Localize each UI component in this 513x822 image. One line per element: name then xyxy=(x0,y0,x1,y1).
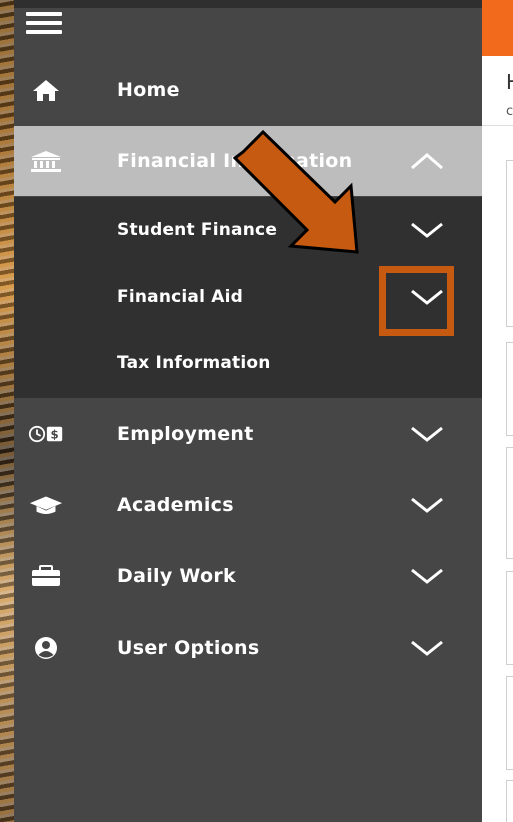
chevron-up-icon[interactable] xyxy=(409,151,445,171)
sidebar-item-label: Academics xyxy=(117,494,234,516)
annotation-highlight-box xyxy=(379,266,454,336)
submenu-item-label: Financial Aid xyxy=(117,287,243,307)
content-card xyxy=(506,160,513,327)
graduation-cap-icon xyxy=(28,492,64,518)
sidebar-item-user-options[interactable]: User Options xyxy=(14,613,482,683)
svg-text:$: $ xyxy=(50,428,58,442)
sidebar-item-academics[interactable]: Academics xyxy=(14,470,482,540)
sidebar-top-strip xyxy=(14,0,482,8)
main-content: H c xyxy=(482,0,513,822)
sidebar-item-label: Employment xyxy=(117,423,254,445)
content-card xyxy=(506,447,513,559)
submenu-item-tax-information[interactable]: Tax Information xyxy=(14,330,482,396)
content-card xyxy=(506,676,513,770)
chevron-down-icon[interactable] xyxy=(409,424,445,444)
background-photo xyxy=(0,0,14,822)
sidebar-item-label: Home xyxy=(117,79,180,101)
briefcase-icon xyxy=(28,563,64,589)
sidebar-item-employment[interactable]: $ Employment xyxy=(14,399,482,469)
chevron-down-icon[interactable] xyxy=(409,566,445,586)
chevron-down-icon[interactable] xyxy=(409,495,445,515)
page-title: H xyxy=(506,70,513,94)
screen: H c Home xyxy=(0,0,513,822)
annotation-arrow-icon xyxy=(232,129,359,254)
chevron-down-icon[interactable] xyxy=(409,638,445,658)
user-circle-icon xyxy=(28,635,64,661)
hamburger-menu-icon[interactable] xyxy=(26,10,64,36)
content-card xyxy=(506,342,513,436)
sidebar-item-label: User Options xyxy=(117,637,260,659)
content-card xyxy=(506,780,513,822)
divider xyxy=(482,125,513,126)
page-subtitle: c xyxy=(506,104,513,119)
sidebar-item-home[interactable]: Home xyxy=(14,55,482,125)
chevron-down-icon[interactable] xyxy=(409,220,445,240)
content-card xyxy=(506,571,513,665)
top-bar xyxy=(482,0,513,56)
home-icon xyxy=(28,77,64,103)
sidebar-item-label: Daily Work xyxy=(117,565,236,587)
clock-dollar-icon: $ xyxy=(28,421,64,447)
sidebar-item-daily-work[interactable]: Daily Work xyxy=(14,541,482,611)
submenu-item-label: Tax Information xyxy=(117,353,271,373)
bank-icon xyxy=(28,148,64,174)
